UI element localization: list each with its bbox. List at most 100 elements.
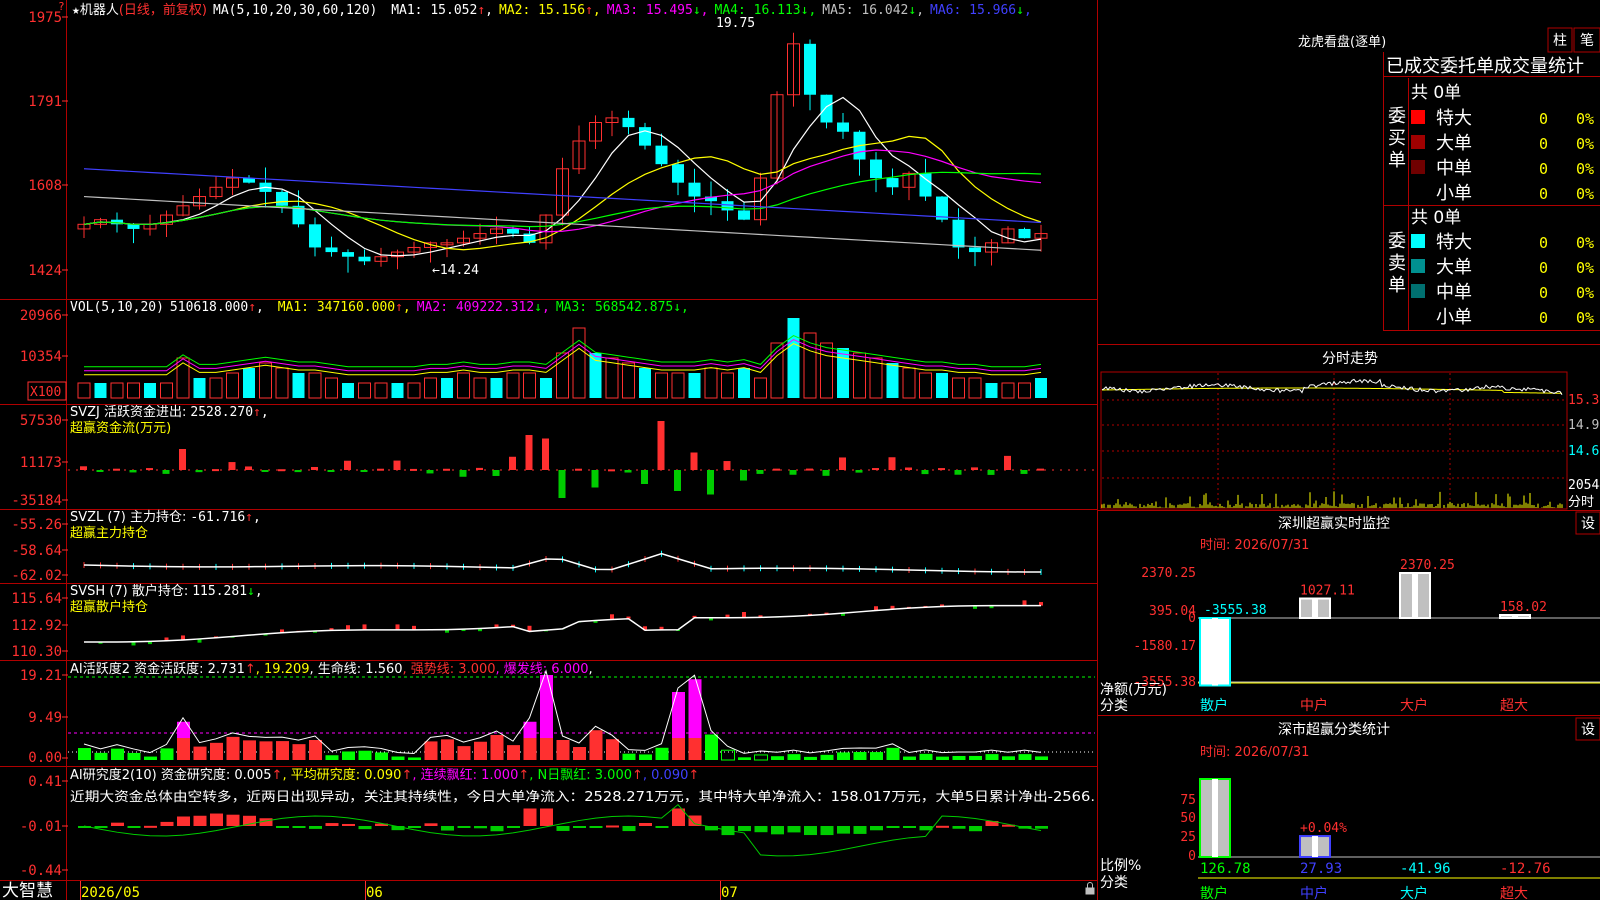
order-size-label: 特大	[1436, 108, 1472, 129]
ma-arrow: ↑	[477, 3, 485, 18]
ai-active-header-part: AI活跃度2 资金活跃度: 2.731	[70, 661, 245, 677]
svzj-bar	[113, 468, 120, 471]
ai-research-bar	[177, 816, 190, 826]
volume-bar	[490, 378, 503, 398]
lock-icon[interactable]	[1085, 882, 1095, 895]
intraday-chart[interactable]	[1101, 373, 1566, 508]
svzj-bar	[575, 468, 582, 471]
order-count: 0	[1539, 234, 1548, 252]
ai-active-bar	[771, 756, 784, 760]
order-count: 0	[1539, 309, 1548, 327]
sz-monitor-time: 时间: 2026/07/31	[1200, 538, 1309, 553]
ai-research-y-tick: -0.44	[20, 863, 62, 879]
volume-bar	[441, 378, 453, 398]
ai-research-chart[interactable]	[78, 803, 1048, 857]
svzj-bar	[938, 468, 945, 471]
volume-bar	[902, 367, 916, 399]
sz-class-chart[interactable]: 75 50 25 0 126.78 散户 27.93 中户 -41.96 大户 -12.76 超大 +0…	[1180, 778, 1600, 900]
order-pct: 0%	[1576, 259, 1594, 277]
candle-body	[342, 252, 354, 257]
ai-active-bar	[193, 746, 207, 760]
sz-class-value: -41.96	[1400, 861, 1451, 877]
main-chart-area[interactable]: 1975 1791 1608 1424 ? 20966 10354 X100 5…	[0, 0, 1600, 900]
ai-research-bar	[837, 826, 850, 834]
intraday-y-tick: 14.99	[1568, 418, 1600, 433]
volume-bar	[209, 377, 223, 399]
ai-research-bar	[787, 826, 801, 833]
volume-bar	[639, 368, 651, 398]
svzj-bar	[344, 460, 351, 470]
ai-active-bar	[688, 738, 702, 760]
candle-body	[870, 159, 882, 179]
sz-class-ylabel: 比例%	[1100, 858, 1141, 874]
svzj-bar	[509, 456, 516, 470]
svzl-y-tick: -55.26	[11, 517, 62, 533]
ai-research-bar	[111, 822, 124, 826]
ai-active-header-part: , 生命线: 1.560	[310, 661, 403, 677]
ai-research-bar	[853, 826, 867, 834]
legend-swatch	[1411, 110, 1425, 124]
ai-active-header-part: ↑	[245, 662, 256, 677]
svzj-chart[interactable]	[68, 421, 1095, 498]
sz-class-y-tick: 0	[1188, 849, 1196, 864]
volume-bar	[259, 362, 272, 399]
pen-mode-label: 笔	[1580, 33, 1594, 49]
svzj-bar	[740, 470, 747, 481]
date-axis: 2026/05 06 07	[80, 881, 738, 900]
svzj-subtitle: 超赢资金流(万元)	[70, 420, 171, 436]
vol-ma-arrow: ↑	[395, 300, 403, 315]
svzj-bar	[162, 470, 170, 474]
ai-active-bar	[622, 753, 636, 760]
svzj-bar	[327, 470, 335, 472]
svzl-subtitle: 超赢主力持仓	[70, 525, 148, 541]
svzj-bar	[657, 421, 665, 470]
ai-active-bar	[78, 748, 91, 760]
ai-active-bar	[754, 754, 768, 761]
ai-active-y-tick: 9.49	[28, 710, 62, 726]
ai-active-bar	[160, 748, 174, 760]
ai-active-bar	[1035, 756, 1048, 760]
ai-research-header-part: ↑	[518, 768, 529, 783]
order-count: 0	[1539, 135, 1548, 153]
sell-label-char: 单	[1388, 275, 1406, 296]
svg-text:委买单: 委买单	[1388, 106, 1406, 171]
svzj-bar	[674, 470, 681, 491]
candle-body	[655, 145, 668, 165]
sz-monitor-chart[interactable]: 2370.25395.040-1580.17-3555.38-3555.38散户…	[1133, 558, 1600, 714]
ma-sep: ,	[916, 3, 924, 18]
ai-active-chart[interactable]	[68, 669, 1095, 761]
svzj-bar	[789, 470, 797, 475]
ai-active-bar	[424, 741, 438, 760]
volume-bar	[919, 372, 932, 399]
order-size-label: 特大	[1436, 232, 1472, 253]
svsh-chart[interactable]	[82, 600, 1043, 646]
ai-active-bar	[1018, 754, 1032, 760]
candlestick-chart[interactable]	[77, 32, 1048, 273]
ai-research-bar	[820, 826, 834, 836]
order-pct: 0%	[1576, 110, 1594, 128]
svzj-bar	[558, 470, 566, 498]
volume-bar	[1001, 382, 1015, 399]
kline-y-axis: 1975 1791 1608 1424	[28, 10, 62, 279]
ai-research-header-part: ↑	[401, 768, 412, 783]
ai-research-bar	[94, 826, 108, 828]
ai-active-bar	[523, 738, 537, 760]
sz-class-value: -12.76	[1500, 861, 1551, 877]
ma-line-label: MA3:	[607, 3, 638, 18]
brand-logo: 大智慧	[2, 881, 53, 900]
svzj-bar	[921, 470, 929, 475]
candle-body	[952, 219, 965, 248]
svzj-bar	[426, 470, 434, 474]
vol-ma-label: MA1:	[278, 300, 309, 315]
volume-chart[interactable]	[77, 318, 1047, 399]
candle-body	[837, 122, 849, 132]
ai-active-bar	[243, 740, 256, 760]
volume-bar	[77, 382, 91, 399]
ai-research-bar	[639, 822, 652, 826]
ai-research-header-part: ↑	[632, 768, 643, 783]
svzj-bar	[195, 470, 203, 473]
svzl-chart[interactable]	[83, 550, 1042, 576]
svzj-bar	[971, 467, 978, 470]
legend-swatch	[1411, 135, 1425, 149]
kline-y-tick: 1424	[28, 263, 62, 279]
